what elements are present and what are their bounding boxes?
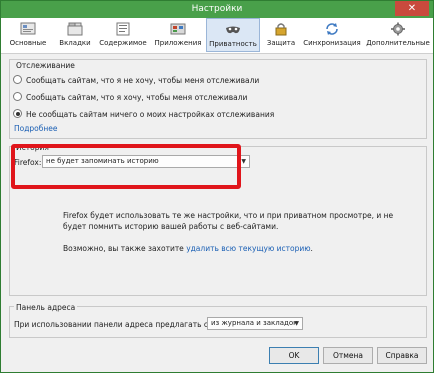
clear-history-prefix: Возможно, вы также захотите [63, 244, 187, 253]
tab-advanced-label: Дополнительные [366, 39, 430, 47]
preferences-window: Настройки ✕ Основные Вкладки Содержимое … [0, 0, 434, 373]
tab-privacy-label: Приватность [209, 40, 257, 48]
radio-button[interactable] [13, 75, 22, 84]
help-button[interactable]: Справка [377, 347, 427, 364]
chevron-down-icon: ▼ [241, 158, 246, 165]
privacy-mask-icon [226, 26, 240, 34]
sync-icon [326, 23, 338, 35]
general-icon [20, 22, 36, 35]
address-bar-heading: Панель адреса [14, 303, 78, 312]
tabs-icon [67, 22, 83, 36]
advanced-gear-icon [391, 22, 405, 36]
tab-content-label: Содержимое [99, 39, 147, 47]
tab-security-label: Защита [266, 39, 296, 47]
clear-history-link[interactable]: удалить всю текущую историю [186, 244, 310, 253]
tab-applications[interactable]: Приложения [152, 18, 204, 52]
chevron-down-icon: ▼ [294, 320, 299, 327]
tab-general[interactable]: Основные [5, 18, 51, 52]
applications-icon [170, 23, 186, 35]
tracking-option-label: Сообщать сайтам, что я не хочу, чтобы ме… [26, 76, 260, 85]
history-info-text: Firefox будет использовать те же настрой… [63, 211, 394, 231]
tab-security[interactable]: Защита [263, 18, 299, 52]
clear-history-line: Возможно, вы также захотите удалить всю … [63, 243, 403, 254]
tab-content[interactable]: Содержимое [97, 18, 149, 52]
window-title: Настройки [191, 4, 243, 14]
tab-applications-label: Приложения [154, 39, 202, 47]
preferences-toolbar: Основные Вкладки Содержимое Приложения П… [1, 18, 433, 54]
tracking-heading: Отслеживание [14, 61, 77, 70]
clear-history-suffix: . [310, 244, 313, 253]
tab-advanced[interactable]: Дополнительные [365, 18, 431, 52]
radio-button[interactable] [13, 92, 22, 101]
radio-button-checked[interactable] [13, 109, 22, 118]
tab-tabs-label: Вкладки [59, 39, 91, 47]
address-bar-suggest-value: из журнала и закладок [211, 319, 298, 327]
tracking-option-do-not-track[interactable]: Сообщать сайтам, что я не хочу, чтобы ме… [13, 75, 259, 85]
address-bar-label: При использовании панели адреса предлага… [14, 320, 235, 329]
tab-privacy[interactable]: Приватность [206, 18, 260, 52]
tab-tabs[interactable]: Вкладки [55, 18, 95, 52]
tab-sync[interactable]: Синхронизация [301, 18, 363, 52]
cancel-button[interactable]: Отмена [323, 347, 373, 364]
close-button[interactable]: ✕ [395, 1, 429, 16]
tracking-option-label: Не сообщать сайтам ничего о моих настрой… [26, 110, 275, 119]
security-lock-icon [275, 23, 287, 36]
tracking-option-label: Сообщать сайтам, что я хочу, чтобы меня … [26, 93, 248, 102]
more-info-link[interactable]: Подробнее [14, 124, 58, 133]
tab-general-label: Основные [9, 39, 47, 47]
red-highlight-box [11, 144, 241, 189]
content-icon [116, 22, 130, 36]
title-bar[interactable]: Настройки ✕ [1, 1, 433, 18]
ok-button[interactable]: OK [269, 347, 319, 364]
address-bar-suggest-select[interactable]: из журнала и закладок ▼ [207, 317, 303, 330]
tab-sync-label: Синхронизация [303, 39, 361, 47]
tracking-option-track[interactable]: Сообщать сайтам, что я хочу, чтобы меня … [13, 92, 247, 102]
tracking-option-no-preference[interactable]: Не сообщать сайтам ничего о моих настрой… [13, 109, 274, 119]
